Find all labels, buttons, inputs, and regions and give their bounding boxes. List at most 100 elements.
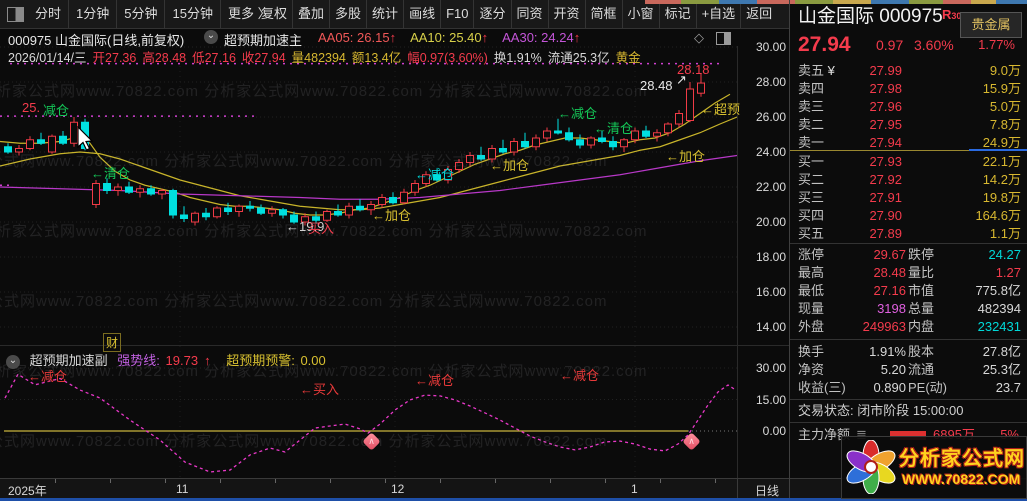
ohlc-token: 量482394 (291, 51, 346, 65)
sub-chart-canvas[interactable] (0, 346, 737, 478)
sub-axis-label: 0.00 (762, 424, 786, 438)
order-row-卖四[interactable]: 卖四 27.98 15.9万 (790, 80, 1027, 98)
ohlc-token: 收27.94 (241, 51, 286, 65)
ohlc-token: 高28.48 (142, 51, 187, 65)
toolbar-item-统计[interactable]: 统计 (366, 0, 403, 28)
panel-separator (790, 339, 1027, 340)
time-axis-label: 12 (391, 482, 405, 496)
logo-url: WWW.70822.COM (902, 471, 1021, 487)
window-layout-icon[interactable] (7, 7, 24, 22)
toolbar-item-5分钟[interactable]: 5分钟 (116, 0, 164, 28)
collapse-main-indicator-icon[interactable]: ⌄ (204, 30, 218, 44)
time-axis-label: 11 (176, 482, 189, 496)
price-axis-label: 16.00 (755, 285, 786, 299)
panel-separator (790, 243, 1027, 244)
price-axis-label: 18.00 (755, 250, 786, 264)
accent-strip-segment (996, 0, 1027, 4)
stat-row-换手: 换手 1.91% 股本 27.8亿 (798, 344, 1021, 359)
stat-row-收益(三): 收益(三) 0.890 PE(动) 23.7 (798, 380, 1021, 395)
accent-strip-segment (795, 0, 833, 4)
order-row-买二[interactable]: 买二 27.92 14.2万 (790, 171, 1027, 189)
price-change-pct: 3.60% (914, 37, 954, 53)
order-row-买三[interactable]: 买三 27.91 19.8万 (790, 189, 1027, 207)
toolbar-item-叠加[interactable]: 叠加 (292, 0, 329, 28)
axis-tick (550, 479, 551, 483)
toolbar-item-15分钟[interactable]: 15分钟 (164, 0, 219, 28)
axis-tick (495, 479, 496, 483)
trading-status: 交易状态: 闭市阶段 15:00:00 (798, 403, 964, 418)
toolbar-item-同资[interactable]: 同资 (510, 0, 548, 28)
main-chart-canvas[interactable] (0, 46, 737, 346)
chart-event-label: 买入 (308, 221, 335, 236)
order-row-卖二[interactable]: 卖二 27.95 7.8万 (790, 116, 1027, 134)
price-axis-label: 22.00 (755, 180, 786, 194)
chart-event-label: ←减仓 (558, 106, 598, 121)
toolbar-item-逐分[interactable]: 逐分 (473, 0, 510, 28)
chart-event-label: 25. (22, 100, 41, 115)
price-change: 0.97 (876, 37, 904, 53)
sub-line1-value: 19.73 ↑ (165, 353, 211, 368)
sub-line2-label: 超预期预警: (226, 353, 295, 368)
chart-info-bar: 000975 山金国际(日线,前复权) ⌄ 超预期加速主 AA05: 26.15… (0, 28, 737, 48)
axis-tick (715, 479, 716, 483)
accent-strip-segment (971, 0, 996, 4)
period-label: 日线 (755, 484, 780, 498)
toolbar-item-开资[interactable]: 开资 (547, 0, 585, 28)
toolbar-item-1分钟[interactable]: 1分钟 (68, 0, 116, 28)
order-row-买一[interactable]: 买一 27.93 22.1万 (790, 153, 1027, 171)
toolbar-item-简框[interactable]: 简框 (584, 0, 622, 28)
last-price: 27.94 (798, 33, 851, 56)
mouse-cursor (77, 126, 94, 151)
toolbar-item-画线[interactable]: 画线 (403, 0, 440, 28)
ma-value: AA05: 26.15↑ (318, 30, 397, 45)
panel-divider (789, 0, 790, 501)
ma-value: AA10: 25.40↑ (410, 30, 489, 45)
order-row-卖三[interactable]: 卖三 27.96 5.0万 (790, 98, 1027, 116)
ohlc-token: 2026/01/14/三 (8, 51, 87, 65)
main-toolbar: 分时 1分钟 5分钟 15分钟 更多 〉 复权 叠加 多股 统计 画线 F10 逐分 同资 开资 简框 小窗… (0, 0, 790, 29)
ohlc-bar: 2026/01/14/三 开27.36 高28.48 低27.16 收27.94 量482… (8, 47, 737, 65)
diamond-icon[interactable]: ◇ (694, 30, 704, 46)
toolbar-item-+自选[interactable]: +自选 (695, 0, 741, 28)
sub-event-label: ←买入 (300, 382, 340, 397)
ohlc-token: 换1.91% (493, 51, 542, 65)
panel-separator (790, 399, 1027, 400)
chart-event-label: 减仓 (43, 103, 70, 118)
toolbar-item-标记[interactable]: 标记 (658, 0, 696, 28)
toolbar-item-小窗[interactable]: 小窗 (621, 0, 659, 28)
toolbar-item-F10[interactable]: F10 (440, 0, 473, 28)
order-row-买四[interactable]: 买四 27.90 164.6万 (790, 207, 1027, 225)
sub-axis-label: 15.00 (755, 392, 786, 407)
axis-tick (440, 479, 441, 483)
order-row-买五[interactable]: 买五 27.89 1.1万 (790, 225, 1027, 243)
toolbar-item-多股[interactable]: 多股 (329, 0, 366, 28)
order-row-卖五[interactable]: 卖五 ¥ 27.99 9.0万 (790, 62, 1027, 80)
toolbar-item-返回[interactable]: 返回 (740, 0, 777, 28)
time-axis-label: 1 (631, 482, 638, 496)
accent-strip-segment (645, 0, 681, 4)
axis-tick (275, 479, 276, 483)
app-root: 分时 1分钟 5分钟 15分钟 更多 〉 复权 叠加 多股 统计 画线 F10 逐分 同资 开资 简框 小窗… (0, 0, 1027, 501)
collapse-sub-indicator-icon[interactable]: ⌄ (6, 354, 20, 369)
quote-panel: 山金国际 000975 R300 贵金属 27.94 0.97 3.60% 1.… (790, 0, 1027, 498)
chart-event-label: 28.48 (640, 78, 673, 93)
chart-event-label: ←加仓 (372, 208, 412, 223)
stat-row-外盘: 外盘 249963 内盘 232431 (798, 319, 1021, 334)
sub-event-label: ←减仓 (28, 369, 68, 384)
toolbar-item-分时[interactable]: 分时 (28, 0, 68, 28)
chart-event-label: ←清仓 (91, 166, 131, 181)
price-axis-label: 20.00 (755, 215, 786, 229)
price-axis-label: 30.00 (755, 40, 786, 54)
ohlc-token: 幅0.97(3.60%) (407, 51, 488, 65)
axis-divider (737, 479, 738, 499)
axis-tick (55, 479, 56, 483)
toolbar-right-group: 复权 叠加 多股 统计 画线 F10 逐分 同资 开资 简框 小窗 标记 +自选 返回 (256, 0, 777, 28)
sub-line2-value: 0.00 (300, 353, 326, 368)
toolbar-item-复权[interactable]: 复权 (256, 0, 292, 28)
ohlc-token: 开27.36 (92, 51, 137, 65)
split-window-icon[interactable] (716, 32, 731, 45)
sub-line1-label: 强势线: (117, 353, 160, 368)
site-logo: 分析家公式网 WWW.70822.COM (841, 436, 1027, 499)
axis-tick (660, 479, 661, 483)
accent-strip-segment (943, 0, 971, 4)
